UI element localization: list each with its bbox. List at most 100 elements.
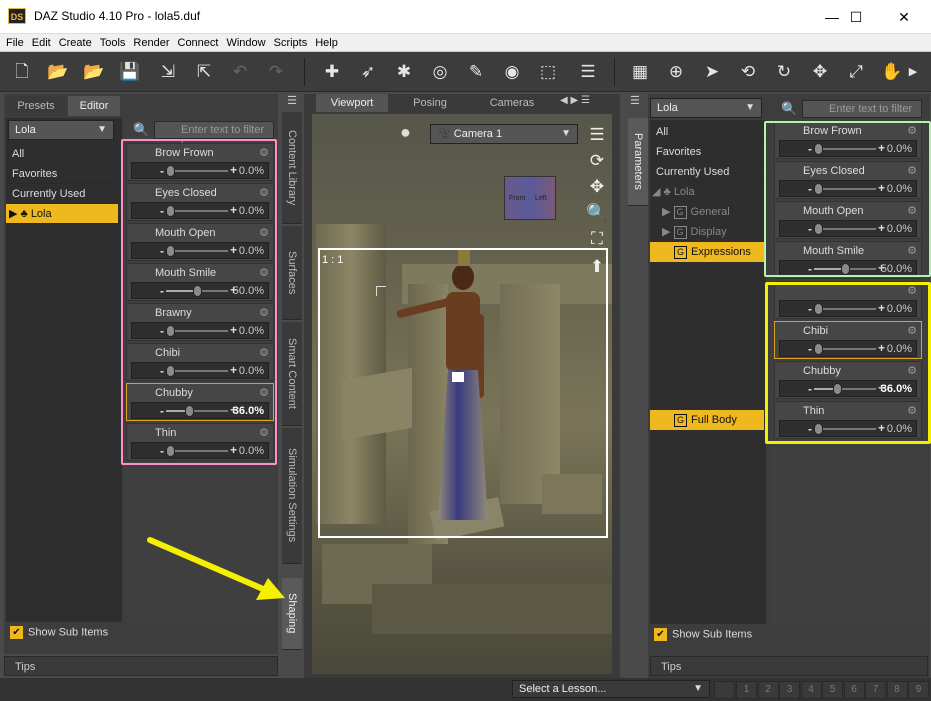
more-icon[interactable]: ▶ — [906, 60, 920, 84]
joint-editor-icon[interactable]: ✎ — [464, 60, 488, 84]
rotate-view-icon[interactable]: ⟲ — [736, 60, 760, 84]
expand-arrow-icon[interactable]: ▶ — [662, 206, 670, 218]
camera-select[interactable]: 🎥 Camera 1 ▼ — [430, 124, 578, 144]
collapse-arrow-icon[interactable]: ◢ — [652, 186, 660, 198]
parameters-show-sub-items-checkbox[interactable]: ✔ Show Sub Items — [654, 628, 752, 641]
lesson-step-button[interactable]: 9 — [908, 681, 929, 699]
menu-create[interactable]: Create — [55, 34, 96, 49]
reset-view-icon[interactable]: ⬆ — [586, 256, 608, 278]
viewport-menu-icon[interactable]: ☰ — [586, 124, 608, 146]
tab-viewport[interactable]: Viewport — [316, 94, 388, 112]
maximize-button[interactable]: ☐ — [836, 6, 876, 28]
list-item-lola-label: Lola — [30, 208, 52, 220]
menu-bar: File Edit Create Tools Render Connect Window Sc… — [0, 34, 931, 52]
undo-icon[interactable]: ↶ — [228, 60, 252, 84]
align-tool-icon[interactable]: ☰ — [576, 60, 600, 84]
tab-surfaces[interactable]: Surfaces — [282, 226, 302, 320]
param-list-favorites[interactable]: Favorites — [650, 142, 764, 162]
tree-group-general[interactable]: ▶ G General — [662, 202, 764, 222]
export-icon[interactable]: ⇱ — [192, 60, 216, 84]
panel-menu-icon-right[interactable]: ☰ — [630, 94, 646, 108]
menu-connect[interactable]: Connect — [174, 34, 223, 49]
lesson-prev[interactable] — [714, 681, 735, 699]
tree-group-expressions[interactable]: G Expressions — [650, 242, 764, 262]
rotate-icon[interactable]: ↻ — [772, 60, 796, 84]
list-item-currently-used[interactable]: Currently Used — [6, 184, 118, 204]
pan-camera-icon[interactable]: ✥ — [586, 176, 608, 198]
save-icon[interactable]: 💾 — [118, 60, 142, 84]
menu-render[interactable]: Render — [129, 34, 173, 49]
universal-tool-icon[interactable]: ◎ — [428, 60, 452, 84]
translate-icon[interactable]: ✥ — [808, 60, 832, 84]
group-icon: G — [674, 413, 687, 427]
parameters-filter-input[interactable]: 🔍Enter text to filter by... — [781, 100, 922, 131]
lesson-step-button[interactable]: 6 — [843, 681, 865, 699]
menu-window[interactable]: Window — [222, 34, 269, 49]
active-pose-icon[interactable]: ➶ — [356, 60, 380, 84]
node-select[interactable]: Lola ▼ — [8, 120, 114, 140]
tips-button[interactable]: Tips — [4, 656, 278, 676]
menu-file[interactable]: File — [0, 34, 28, 49]
panel-menu-icon[interactable]: ☰ — [282, 94, 302, 108]
node-select-value: Lola — [15, 124, 36, 136]
parameters-tips-button[interactable]: Tips — [650, 656, 928, 676]
check-icon: ✔ — [10, 626, 23, 639]
orbit-camera-icon[interactable]: ⟳ — [586, 150, 608, 172]
lesson-step-button[interactable]: 2 — [757, 681, 779, 699]
menu-scripts[interactable]: Scripts — [270, 34, 312, 49]
redo-icon[interactable]: ↷ — [264, 60, 288, 84]
tab-parameters[interactable]: Parameters — [628, 118, 648, 206]
param-list-currently-used[interactable]: Currently Used — [650, 162, 764, 182]
param-list-all[interactable]: All — [650, 122, 764, 142]
lesson-step-button[interactable]: 5 — [822, 681, 843, 699]
menu-edit[interactable]: Edit — [28, 34, 55, 49]
group-icon: G — [674, 245, 687, 259]
list-item-all[interactable]: All — [6, 144, 118, 164]
bend-tool-icon[interactable]: ✋ — [880, 60, 904, 84]
list-item-lola[interactable]: ▶ ♣ Lola — [6, 204, 118, 224]
scale-icon[interactable]: ⤢ — [844, 60, 868, 84]
lesson-step-button[interactable]: 3 — [779, 681, 800, 699]
import-icon[interactable]: ⇲ — [156, 60, 180, 84]
expand-arrow-icon[interactable]: ▶ — [9, 208, 17, 220]
search-icon: 🔍 — [781, 101, 798, 116]
spot-render-icon[interactable]: ◉ — [500, 60, 524, 84]
frame-selection-icon[interactable]: ⛶ — [586, 228, 608, 250]
tab-scroll-arrows[interactable]: ◀ ▶ ☰ — [560, 95, 620, 111]
expand-arrow-icon[interactable]: ▶ — [662, 226, 670, 238]
tab-smart-content[interactable]: Smart Content — [282, 322, 302, 426]
show-sub-items-checkbox[interactable]: ✔ Show Sub Items — [10, 626, 108, 639]
tab-presets[interactable]: Presets — [6, 96, 66, 116]
tree-node-lola[interactable]: ◢ ♣ Lola — [652, 182, 764, 202]
open-recent-icon[interactable]: 📂 — [82, 60, 106, 84]
lesson-step-button[interactable]: 7 — [865, 681, 886, 699]
tab-editor[interactable]: Editor — [68, 96, 120, 116]
menu-tools[interactable]: Tools — [96, 34, 130, 49]
list-item-favorites[interactable]: Favorites — [6, 164, 118, 184]
close-button[interactable]: ✕ — [884, 6, 924, 28]
orbit-icon[interactable]: ⊕ — [664, 60, 688, 84]
select-pointer-icon[interactable]: ➤ — [700, 60, 724, 84]
view-cube[interactable]: Front Left — [504, 176, 556, 220]
tab-content-library[interactable]: Content Library — [282, 112, 302, 224]
lesson-select[interactable]: Select a Lesson... ▼ — [512, 680, 710, 698]
add-figure-icon[interactable]: ✚ — [320, 60, 344, 84]
tab-cameras[interactable]: Cameras — [472, 94, 552, 112]
draw-style-icon[interactable]: ● — [400, 122, 426, 146]
viewport-scene[interactable]: 1 : 1 Front Left — [312, 114, 612, 674]
menu-help[interactable]: Help — [311, 34, 342, 49]
filter-input[interactable]: 🔍Enter text to filter by... — [133, 121, 274, 152]
grid-icon[interactable]: ▦ — [628, 60, 652, 84]
tab-posing[interactable]: Posing — [392, 94, 468, 112]
new-file-icon[interactable]: 🗋 — [10, 60, 34, 84]
tree-group-display[interactable]: ▶ G Display — [662, 222, 764, 242]
open-file-icon[interactable]: 📂 — [46, 60, 70, 84]
lesson-step-button[interactable]: 1 — [736, 681, 757, 699]
node-selection-icon[interactable]: ✱ — [392, 60, 416, 84]
zoom-camera-icon[interactable]: 🔍 — [586, 202, 608, 224]
surface-selection-icon[interactable]: ⬚ — [536, 60, 560, 84]
lesson-step-button[interactable]: 4 — [800, 681, 822, 699]
lesson-step-button[interactable]: 8 — [886, 681, 908, 699]
tree-group-full-body[interactable]: G Full Body — [650, 410, 764, 430]
parameters-node-select[interactable]: Lola ▼ — [650, 98, 762, 118]
